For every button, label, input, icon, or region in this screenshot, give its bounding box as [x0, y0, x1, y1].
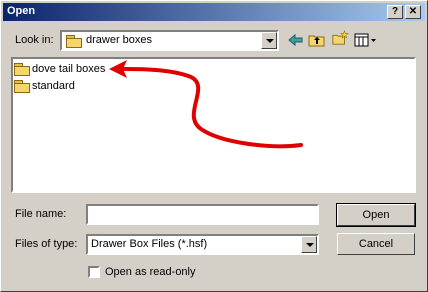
views-menu-icon[interactable] — [354, 32, 378, 48]
chevron-down-icon[interactable] — [261, 32, 277, 49]
up-folder-icon[interactable] — [308, 32, 326, 48]
look-in-value: drawer boxes — [86, 34, 153, 46]
close-button[interactable]: ✕ — [405, 5, 421, 19]
open-button[interactable]: Open — [336, 203, 416, 227]
list-item[interactable]: dove tail boxes — [13, 61, 105, 77]
back-arrow-icon[interactable] — [287, 32, 305, 48]
folder-icon — [14, 63, 30, 77]
folder-icon — [66, 35, 82, 48]
cancel-button[interactable]: Cancel — [337, 233, 415, 255]
read-only-label: Open as read-only — [105, 266, 196, 278]
read-only-checkbox[interactable] — [88, 266, 100, 278]
annotation-arrow — [109, 60, 303, 149]
files-of-type-label: Files of type: — [15, 238, 78, 250]
help-button[interactable]: ? — [387, 5, 403, 19]
file-name-input[interactable] — [86, 204, 319, 225]
files-of-type-select[interactable]: Drawer Box Files (*.hsf) — [86, 234, 319, 255]
file-name-label: File name: — [15, 208, 67, 220]
list-item[interactable]: standard — [13, 78, 75, 94]
file-name: dove tail boxes — [32, 63, 106, 75]
chevron-down-icon[interactable] — [301, 236, 317, 253]
new-folder-icon[interactable] — [331, 30, 349, 46]
folder-icon — [14, 80, 30, 94]
look-in-label: Look in: — [15, 34, 54, 46]
files-of-type-value: Drawer Box Files (*.hsf) — [91, 238, 208, 250]
look-in-combobox[interactable]: drawer boxes — [60, 30, 279, 51]
open-dialog: Open ? ✕ Look in: drawer boxes dove tail… — [0, 0, 428, 292]
window-title: Open — [7, 5, 36, 17]
file-name: standard — [32, 80, 75, 92]
title-bar: Open ? ✕ — [3, 3, 425, 21]
